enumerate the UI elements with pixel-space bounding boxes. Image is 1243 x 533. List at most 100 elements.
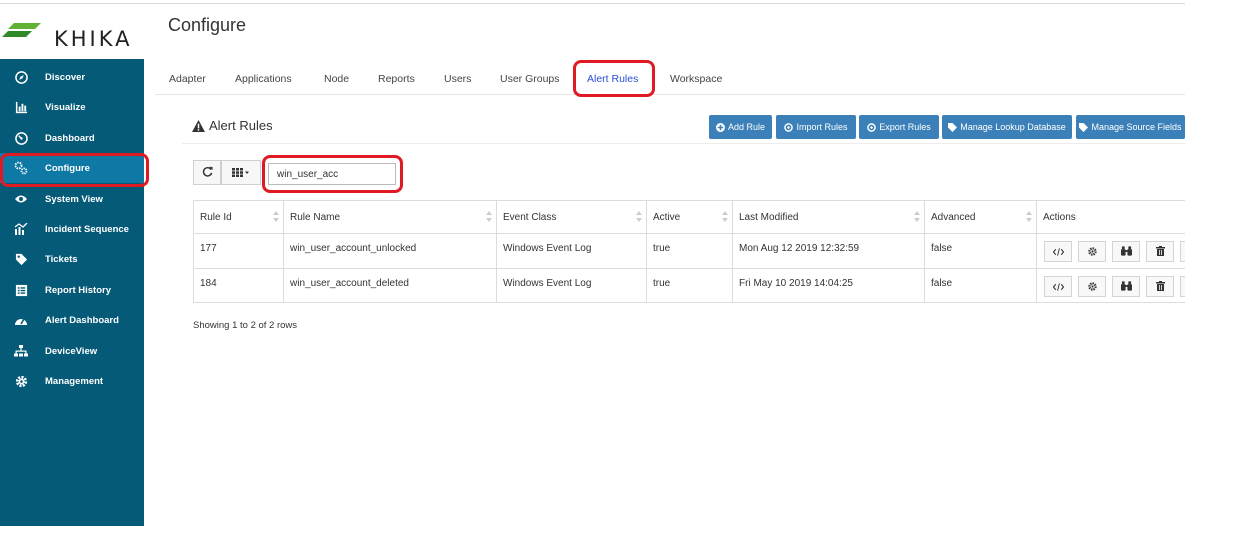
tachometer-icon: [14, 313, 28, 327]
import-rules-label: Import Rules: [796, 122, 848, 132]
tab-users[interactable]: Users: [444, 73, 471, 85]
add-rule-label: Add Rule: [727, 122, 766, 132]
sidebar-item-configure[interactable]: Configure: [0, 153, 144, 183]
sidebar-item-incident-sequence[interactable]: Incident Sequence: [0, 214, 144, 244]
gear-icon: [1087, 243, 1097, 261]
logo: KHIKA: [0, 10, 144, 58]
tab-alert-rules[interactable]: Alert Rules: [587, 73, 638, 85]
sidebar-item-label: Discover: [45, 71, 86, 83]
cell-advanced: false: [925, 234, 1037, 269]
tag-icon: [948, 122, 958, 132]
view-code-button[interactable]: [1044, 241, 1072, 262]
cell-advanced: false: [925, 269, 1037, 302]
dashboard-gauge-icon: [14, 131, 28, 145]
brand-name: KHIKA: [54, 27, 133, 51]
sidebar-item-system-view[interactable]: System View: [0, 184, 144, 214]
code-icon: [1052, 243, 1064, 261]
refresh-button[interactable]: [193, 160, 221, 185]
import-rules-button[interactable]: Import Rules: [776, 115, 856, 139]
view-code-button[interactable]: [1044, 276, 1072, 297]
cell-event-class: Windows Event Log: [497, 234, 647, 269]
more-actions-button[interactable]: [1180, 276, 1185, 297]
alert-rules-table: Rule Id Rule Name Event Class Active Las…: [193, 200, 1185, 303]
column-header-active[interactable]: Active: [647, 201, 733, 233]
sidebar-item-deviceview[interactable]: DeviceView: [0, 336, 144, 366]
delete-button[interactable]: [1146, 241, 1174, 262]
sidebar-item-label: System View: [45, 193, 103, 205]
list-alt-icon: [14, 283, 28, 297]
tag-icon: [14, 252, 28, 266]
table-row: 177 win_user_account_unlocked Windows Ev…: [194, 233, 1185, 269]
search-input[interactable]: [268, 163, 396, 185]
tab-node[interactable]: Node: [324, 73, 349, 85]
tab-user-groups[interactable]: User Groups: [500, 73, 560, 85]
sitemap-icon: [14, 344, 28, 358]
pagination-info: Showing 1 to 2 of 2 rows: [193, 320, 298, 331]
tab-applications[interactable]: Applications: [235, 73, 292, 85]
export-rules-button[interactable]: Export Rules: [859, 115, 939, 139]
sort-icon: [486, 211, 492, 225]
grid-columns-icon: [232, 164, 250, 182]
add-rule-button[interactable]: Add Rule: [709, 115, 772, 139]
column-header-advanced[interactable]: Advanced: [925, 201, 1037, 233]
column-header-label: Active: [653, 211, 681, 223]
binoculars-icon: [1120, 278, 1132, 296]
delete-button[interactable]: [1146, 276, 1174, 297]
column-header-rule-id[interactable]: Rule Id: [194, 201, 284, 233]
tab-workspace[interactable]: Workspace: [670, 73, 722, 85]
export-icon: [867, 122, 877, 132]
cogs-icon: [14, 161, 28, 175]
column-header-label: Rule Name: [290, 211, 341, 223]
cell-active: true: [647, 234, 733, 269]
column-header-actions: Actions: [1037, 201, 1185, 233]
inspect-button[interactable]: [1112, 276, 1140, 297]
tab-adapter[interactable]: Adapter: [169, 73, 206, 85]
sort-icon: [1026, 211, 1032, 225]
settings-button[interactable]: [1078, 276, 1106, 297]
sidebar-item-alert-dashboard[interactable]: Alert Dashboard: [0, 305, 144, 335]
sidebar-item-visualize[interactable]: Visualize: [0, 92, 144, 122]
tag-icon: [1079, 122, 1089, 132]
manage-lookup-database-button[interactable]: Manage Lookup Database: [942, 115, 1072, 139]
top-divider: [0, 3, 1185, 4]
cell-rule-id: 184: [194, 269, 284, 302]
sort-icon: [722, 211, 728, 225]
eye-icon: [14, 192, 28, 206]
warning-icon: [192, 119, 205, 132]
code-icon: [1052, 278, 1064, 296]
sidebar-item-discover[interactable]: Discover: [0, 62, 144, 92]
cell-rule-name: win_user_account_deleted: [284, 269, 497, 302]
sidebar: Discover Visualize Dashboard Configure S…: [0, 59, 144, 526]
settings-button[interactable]: [1078, 241, 1106, 262]
sidebar-item-tickets[interactable]: Tickets: [0, 244, 144, 274]
manage-source-label: Manage Source Fields: [1091, 122, 1182, 132]
sidebar-item-dashboard[interactable]: Dashboard: [0, 123, 144, 153]
tab-bar: Adapter Applications Node Reports Users …: [155, 62, 1185, 95]
column-header-rule-name[interactable]: Rule Name: [284, 201, 497, 233]
sidebar-item-label: Management: [45, 375, 104, 387]
tab-reports[interactable]: Reports: [378, 73, 415, 85]
sort-icon: [914, 211, 920, 225]
column-header-label: Actions: [1043, 211, 1076, 223]
more-actions-button[interactable]: [1180, 241, 1185, 262]
inspect-button[interactable]: [1112, 241, 1140, 262]
column-header-last-modified[interactable]: Last Modified: [733, 201, 925, 233]
cell-last-modified: Fri May 10 2019 14:04:25: [733, 269, 925, 302]
sidebar-item-label: Visualize: [45, 101, 86, 113]
import-icon: [784, 122, 794, 132]
manage-source-fields-button[interactable]: Manage Source Fields: [1076, 115, 1185, 139]
bar-chart-icon: [14, 100, 28, 114]
sidebar-item-management[interactable]: Management: [0, 366, 144, 396]
column-header-label: Rule Id: [200, 211, 232, 223]
cell-event-class: Windows Event Log: [497, 269, 647, 302]
sort-icon: [636, 211, 642, 225]
table-row: 184 win_user_account_deleted Windows Eve…: [194, 268, 1185, 302]
gear-icon: [14, 374, 28, 388]
trash-icon: [1155, 243, 1165, 261]
cell-rule-name: win_user_account_unlocked: [284, 234, 497, 269]
sidebar-item-report-history[interactable]: Report History: [0, 275, 144, 305]
compass-icon: [14, 70, 28, 84]
columns-toggle-button[interactable]: [221, 160, 261, 185]
sidebar-item-label: Report History: [45, 284, 111, 296]
column-header-event-class[interactable]: Event Class: [497, 201, 647, 233]
